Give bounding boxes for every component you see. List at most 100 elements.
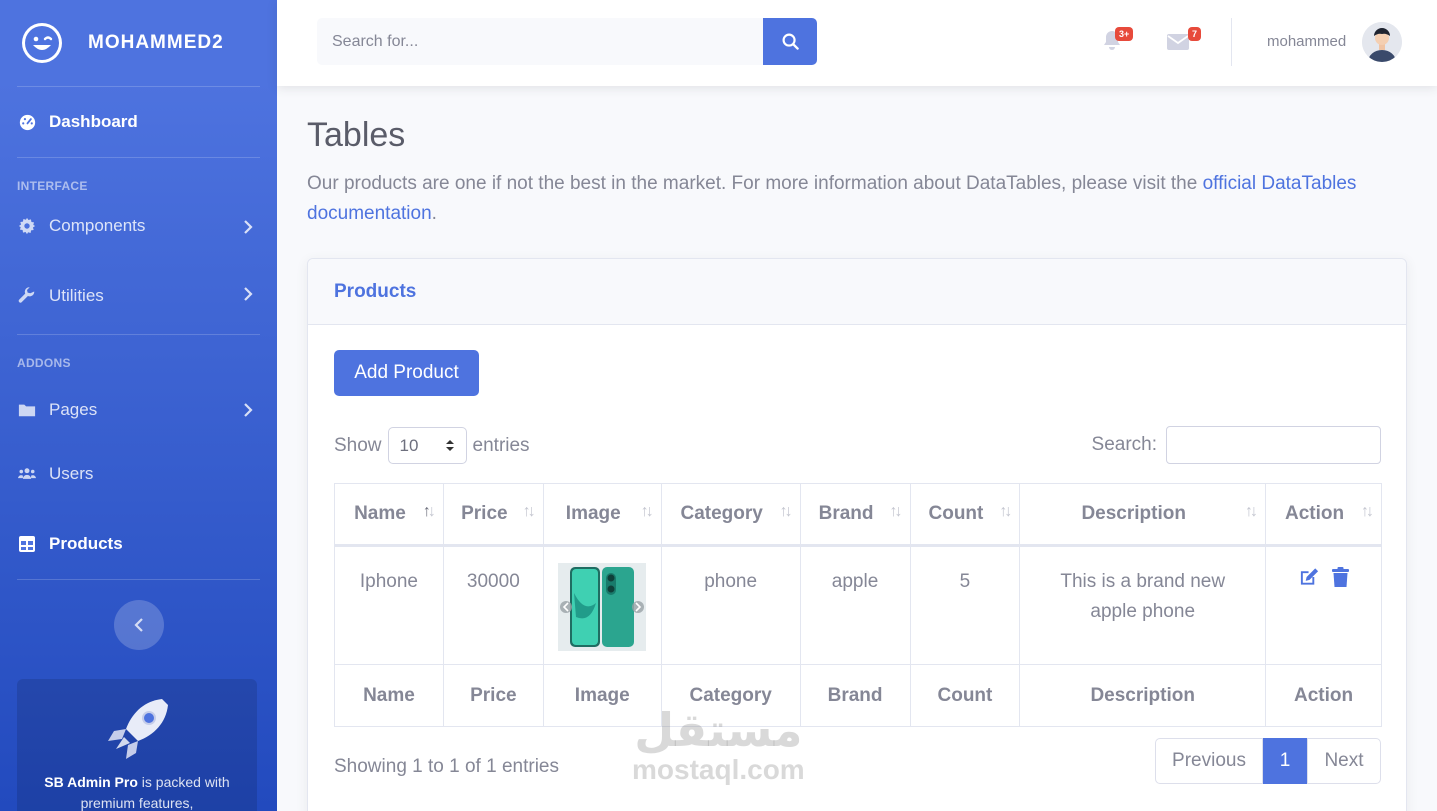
promo-strong: SB Admin Pro [44, 774, 138, 790]
add-product-button[interactable]: Add Product [334, 350, 479, 396]
sort-ascending-icon: ↑↓ [422, 503, 436, 520]
page-1-button[interactable]: 1 [1263, 738, 1307, 784]
messages-button[interactable]: 7 [1167, 27, 1202, 52]
footer-count: Count [909, 664, 1021, 727]
footer-description: Description [1019, 664, 1267, 727]
user-name[interactable]: mohammed [1267, 33, 1346, 50]
alerts-button[interactable]: 3+ [1102, 27, 1134, 52]
pagination: Previous 1 Next [1155, 738, 1381, 784]
page-title: Tables [307, 116, 406, 154]
sidebar-item-components[interactable]: Components [0, 194, 277, 258]
row-actions [1266, 567, 1381, 597]
sidebar-item-label: Products [49, 534, 123, 553]
products-table: Name ↑↓ Price ↑↓ Image ↑↓ Category ↑↓ Brand ↑… [334, 483, 1382, 727]
product-image[interactable] [558, 563, 647, 651]
users-icon [18, 465, 36, 483]
page-description-text: Our products are one if not the best in … [307, 173, 1203, 194]
search-button[interactable] [763, 18, 817, 65]
footer-price: Price [442, 664, 544, 727]
rocket-icon [108, 699, 168, 759]
edit-button[interactable] [1299, 567, 1320, 597]
search-input[interactable] [317, 18, 763, 65]
footer-action: Action [1265, 664, 1382, 727]
sort-icon: ↑↓ [640, 503, 654, 520]
table-footer-row: Name Price Image Category Brand Count De… [334, 664, 1382, 727]
sidebar-item-utilities[interactable]: Utilities [0, 258, 277, 334]
phone-image-icon [558, 563, 647, 651]
table-header-row: Name ↑↓ Price ↑↓ Image ↑↓ Category ↑↓ Brand ↑… [334, 483, 1382, 546]
next-page-button[interactable]: Next [1307, 738, 1381, 784]
column-header-description[interactable]: Description ↑↓ [1019, 483, 1267, 546]
watermark-arabic: مستقل [634, 704, 803, 756]
folder-icon [18, 401, 36, 419]
delete-button[interactable] [1331, 567, 1349, 597]
sidebar-item-label: Utilities [49, 286, 104, 305]
sort-icon: ↑↓ [1245, 503, 1258, 520]
select-arrows-icon [445, 440, 454, 451]
alerts-badge: 3+ [1115, 27, 1134, 41]
show-label: Show [334, 434, 382, 456]
edit-icon [1300, 568, 1318, 585]
footer-name: Name [334, 664, 444, 727]
laugh-wink-icon [22, 23, 62, 63]
sort-icon: ↑↓ [889, 503, 903, 520]
table-info: Showing 1 to 1 of 1 entries [334, 756, 559, 777]
table-icon [18, 535, 36, 553]
entries-select-value: 10 [399, 435, 419, 455]
sidebar-brand[interactable]: MOHAMMED2 [0, 0, 277, 86]
cell-price: 30000 [442, 545, 544, 665]
cell-image [542, 545, 662, 665]
column-header-image[interactable]: Image ↑↓ [542, 483, 662, 546]
column-header-price[interactable]: Price ↑↓ [442, 483, 544, 546]
topbar-search [317, 18, 817, 65]
messages-badge: 7 [1188, 27, 1202, 41]
watermark-latin: mostaql.com [632, 754, 805, 785]
entries-select[interactable]: 10 [387, 427, 467, 464]
trash-icon [1331, 567, 1349, 587]
chevron-right-icon [243, 219, 253, 240]
entries-label: entries [472, 434, 530, 456]
table-filter: Search: [1092, 426, 1381, 464]
column-header-brand[interactable]: Brand ↑↓ [799, 483, 911, 546]
topbar-divider [1231, 18, 1232, 66]
cell-action [1265, 545, 1382, 665]
cell-name: Iphone [334, 545, 444, 665]
cog-icon [18, 217, 36, 235]
user-avatar-icon [1362, 22, 1402, 62]
cell-brand: apple [799, 545, 911, 665]
chevron-right-icon [243, 286, 253, 307]
table-search-input[interactable] [1166, 426, 1381, 464]
page-description-end: . [431, 203, 437, 224]
tachometer-icon [18, 113, 36, 131]
column-header-name[interactable]: Name ↑↓ [334, 483, 444, 546]
sidebar-item-users[interactable]: Users [0, 439, 277, 509]
sidebar-item-pages[interactable]: Pages [0, 381, 277, 439]
column-header-action[interactable]: Action ↑↓ [1265, 483, 1382, 546]
page-description: Our products are one if not the best in … [307, 169, 1397, 229]
sidebar-item-dashboard[interactable]: Dashboard [0, 87, 277, 157]
products-card: Products Add Product Show 10 entries Sea… [307, 258, 1407, 811]
filter-label: Search: [1091, 434, 1157, 455]
sidebar-item-label: Users [49, 464, 94, 483]
watermark: مستقل mostaql.com [632, 705, 805, 785]
cell-category: phone [660, 545, 801, 665]
brand-name: MOHAMMED2 [88, 32, 224, 53]
sidebar: MOHAMMED2 Dashboard INTERFACE Components… [0, 0, 277, 811]
sidebar-item-products[interactable]: Products [0, 509, 277, 579]
sidebar-item-label: Components [49, 216, 146, 235]
column-header-category[interactable]: Category ↑↓ [660, 483, 801, 546]
sidebar-toggle-button[interactable] [113, 600, 164, 650]
card-header: Products [308, 259, 1406, 325]
avatar[interactable] [1362, 22, 1402, 62]
sort-icon: ↑↓ [779, 503, 793, 520]
envelope-icon [1167, 34, 1189, 50]
entries-length: Show 10 entries [334, 427, 530, 464]
sidebar-divider [17, 579, 260, 580]
cell-count: 5 [909, 545, 1021, 665]
topbar: 3+ 7 mohammed [277, 0, 1437, 86]
sidebar-item-label: Dashboard [49, 112, 138, 131]
chevron-right-icon [243, 402, 253, 423]
column-header-count[interactable]: Count ↑↓ [909, 483, 1021, 546]
previous-page-button[interactable]: Previous [1155, 738, 1263, 784]
sidebar-item-label: Pages [49, 400, 98, 419]
